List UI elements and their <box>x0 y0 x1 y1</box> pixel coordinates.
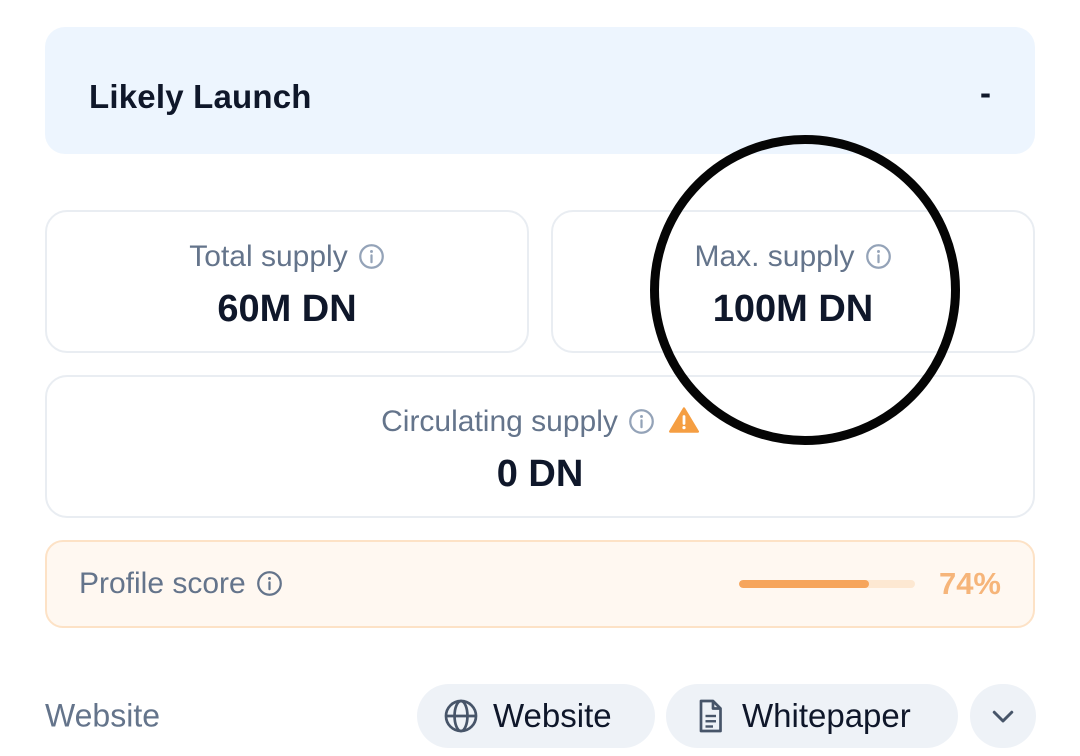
circulating-supply-card: Circulating supply 0 DN <box>45 375 1035 518</box>
globe-icon <box>444 699 478 733</box>
total-supply-label: Total supply <box>189 240 348 273</box>
more-links-button[interactable] <box>970 684 1036 748</box>
max-supply-label-row: Max. supply <box>553 240 1033 274</box>
circulating-supply-label-row: Circulating supply <box>47 405 1033 439</box>
info-icon[interactable] <box>628 408 655 435</box>
whitepaper-link-label: Whitepaper <box>742 697 911 734</box>
likely-launch-card: Likely Launch - <box>45 27 1035 154</box>
website-section-label: Website <box>45 697 161 734</box>
likely-launch-value: - <box>980 74 991 111</box>
chevron-down-icon <box>992 710 1014 723</box>
circulating-supply-label: Circulating supply <box>381 405 618 438</box>
total-supply-value: 60M DN <box>217 288 357 330</box>
info-icon[interactable] <box>865 243 892 270</box>
website-link-button[interactable]: Website <box>417 684 655 748</box>
profile-score-label: Profile score <box>79 567 246 600</box>
max-supply-card: Max. supply 100M DN <box>551 210 1035 353</box>
max-supply-value: 100M DN <box>712 288 874 330</box>
whitepaper-link-button[interactable]: Whitepaper <box>666 684 958 748</box>
document-icon <box>699 699 722 733</box>
info-icon[interactable] <box>358 243 385 270</box>
warning-icon[interactable] <box>668 406 699 434</box>
circulating-supply-value: 0 DN <box>496 453 584 495</box>
website-link-label: Website <box>493 697 612 734</box>
profile-score-percent: 74% <box>938 566 1001 601</box>
likely-launch-label: Likely Launch <box>89 78 312 115</box>
profile-score-label-row: Profile score <box>79 567 283 601</box>
total-supply-label-row: Total supply <box>47 240 527 274</box>
max-supply-label: Max. supply <box>694 240 855 273</box>
total-supply-card: Total supply 60M DN <box>45 210 529 353</box>
profile-score-progress-fill <box>739 580 870 588</box>
info-icon[interactable] <box>256 570 283 597</box>
profile-score-card: Profile score 74% <box>45 540 1035 628</box>
profile-score-progress <box>739 580 915 588</box>
